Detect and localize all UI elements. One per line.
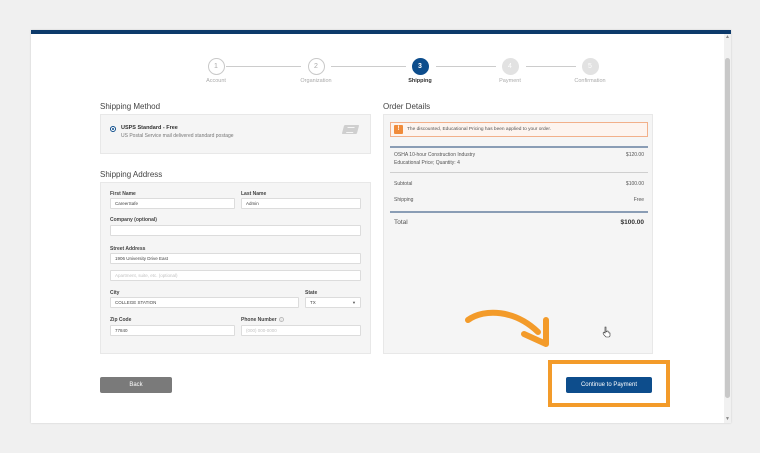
step-shipping[interactable]: 3 Shipping	[390, 58, 450, 84]
hand-cursor-icon	[602, 326, 611, 338]
step-number: 1	[207, 58, 225, 75]
shipping-method-title: Shipping Method	[100, 102, 161, 111]
step-number: 2	[307, 58, 325, 75]
step-account[interactable]: 1 Account	[186, 58, 246, 84]
city-label: City	[110, 290, 120, 296]
item-name: OSHA 10-hour Construction Industry	[394, 152, 476, 158]
divider	[390, 172, 648, 173]
company-input[interactable]	[110, 225, 361, 236]
shipping-option-desc: US Postal Service mail delivered standar…	[121, 133, 234, 139]
step-label: Account	[206, 78, 226, 84]
notice-text: The discounted, Educational Pricing has …	[407, 127, 552, 132]
shipping-value: Free	[633, 197, 644, 203]
street-address-input[interactable]: 1906 University Drive East	[110, 253, 361, 264]
scroll-up-icon[interactable]: ▲	[725, 35, 730, 40]
step-label: Shipping	[408, 78, 432, 84]
usps-standard-radio[interactable]	[110, 126, 116, 132]
subtotal-value: $100.00	[625, 181, 644, 187]
step-confirmation: 5 Confirmation	[560, 58, 620, 84]
street-address-2-input[interactable]: Apartment, suite, etc. (optional)	[110, 270, 361, 281]
city-input[interactable]: COLLEGE STATION	[110, 297, 299, 308]
item-detail: Educational Price; Quantity: 4	[394, 160, 460, 166]
street-address-label: Street Address	[110, 246, 146, 252]
step-label: Payment	[499, 78, 521, 84]
state-select[interactable]: TX ▼	[305, 297, 361, 308]
back-button[interactable]: Back	[100, 377, 172, 393]
phone-label-text: Phone Number	[241, 317, 277, 323]
checkout-stepper: 1 Account 2 Organization 3 Shipping 4 Pa…	[186, 58, 606, 88]
total-label: Total	[394, 219, 408, 226]
step-label: Confirmation	[574, 78, 606, 84]
zip-code-label: Zip Code	[110, 317, 132, 323]
total-value: $100.00	[620, 219, 645, 226]
scrollbar[interactable]: ▲ ▼	[724, 34, 731, 423]
scroll-thumb[interactable]	[725, 58, 730, 398]
shipping-address-panel: First Name CareerSafe Last Name Admin Co…	[100, 182, 371, 354]
chevron-down-icon: ▼	[352, 300, 356, 305]
step-number: 3	[411, 58, 429, 75]
usps-eagle-icon	[341, 125, 360, 134]
last-name-label: Last Name	[241, 191, 267, 197]
info-icon[interactable]: i	[278, 317, 284, 322]
first-name-input[interactable]: CareerSafe	[110, 198, 235, 209]
divider	[390, 211, 648, 213]
shipping-method-panel: USPS Standard - Free US Postal Service m…	[100, 114, 371, 154]
item-price: $120.00	[625, 152, 644, 158]
divider	[390, 146, 648, 148]
step-number: 5	[581, 58, 599, 75]
educational-pricing-notice: ! The discounted, Educational Pricing ha…	[390, 122, 648, 137]
zip-code-input[interactable]: 77840	[110, 325, 235, 336]
annotation-highlight-box	[548, 360, 670, 407]
first-name-label: First Name	[110, 191, 136, 197]
shipping-address-title: Shipping Address	[100, 170, 163, 179]
shipping-label: Shipping	[394, 197, 414, 203]
subtotal-label: Subtotal	[394, 181, 413, 187]
step-label: Organization	[300, 78, 332, 84]
scroll-down-icon[interactable]: ▼	[725, 417, 730, 422]
step-payment: 4 Payment	[480, 58, 540, 84]
annotation-arrow-icon	[465, 309, 549, 347]
shipping-option-name: USPS Standard - Free	[121, 125, 178, 131]
step-number: 4	[501, 58, 519, 75]
last-name-input[interactable]: Admin	[241, 198, 361, 209]
state-label: State	[305, 290, 318, 296]
phone-number-input[interactable]: (000) 000-0000	[241, 325, 361, 336]
state-value: TX	[310, 300, 316, 305]
company-label: Company (optional)	[110, 217, 157, 223]
alert-icon: !	[394, 125, 403, 134]
step-organization[interactable]: 2 Organization	[286, 58, 346, 84]
phone-number-label: Phone Number i	[241, 317, 284, 323]
order-details-title: Order Details	[383, 102, 431, 111]
